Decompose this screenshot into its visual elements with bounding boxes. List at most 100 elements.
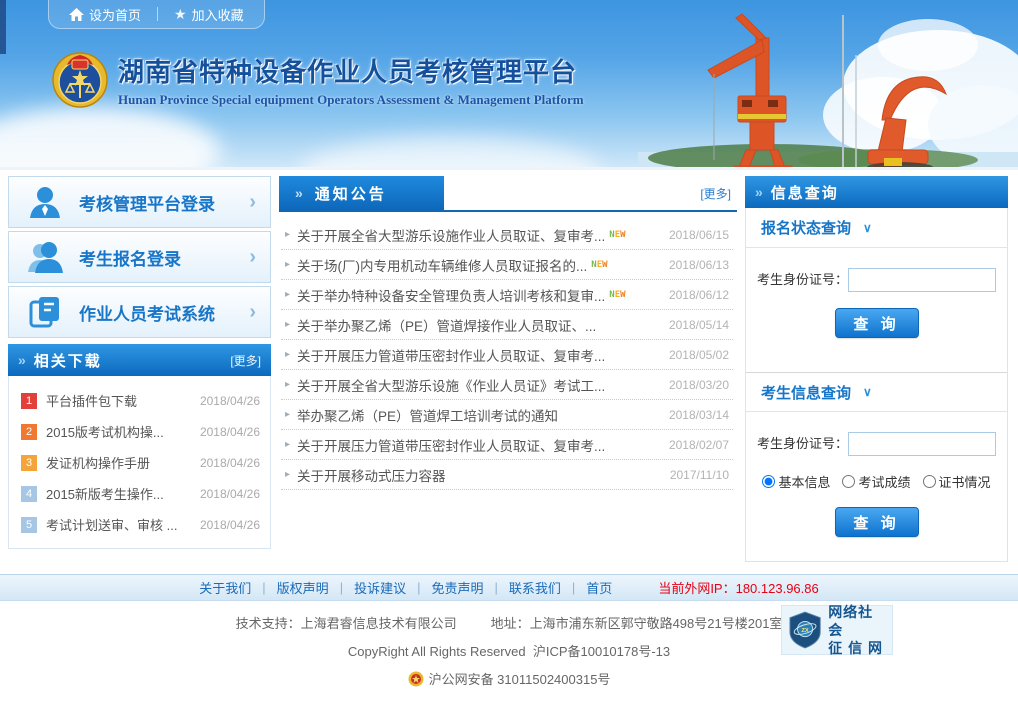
footer-line3: 沪公网安备 31011502400315号	[0, 669, 1018, 688]
footer-separator: |	[494, 580, 498, 595]
candidate-info-form: 考生身份证号： 基本信息 考试成绩 证书情况 查 询	[746, 412, 1007, 561]
id-number-input[interactable]	[848, 432, 996, 456]
menu-item-candidate-signup-login[interactable]: 考生报名登录 ›	[8, 231, 271, 283]
notice-date: 2018/05/02	[668, 347, 729, 362]
query-box: 报名状态查询 ∨ 考生身份证号： 查 询 考生信息查询 ∨ 考生身份证号： 基本…	[745, 208, 1008, 562]
radio-certificate[interactable]: 证书情况	[922, 472, 991, 491]
rank-badge: 4	[21, 485, 37, 502]
topbar: 设为首页 ★ 加入收藏	[48, 0, 265, 29]
radio-exam-score-input[interactable]	[842, 475, 856, 488]
radio-basic-info[interactable]: 基本信息	[762, 472, 830, 491]
bullet-icon: ▸	[285, 409, 291, 420]
id-number-label: 考生身份证号：	[756, 272, 848, 288]
notice-item[interactable]: ▸ 关于场(厂)内专用机动车辆维修人员取证报名的... NEW 2018/06/…	[281, 250, 733, 280]
notice-date: 2018/05/14	[668, 317, 729, 332]
star-icon: ★	[174, 5, 187, 22]
chevron-down-icon: ∨	[863, 220, 872, 235]
signup-status-form: 考生身份证号： 查 询	[746, 248, 1007, 372]
download-label: 考试计划送审、审核 ...	[46, 518, 178, 533]
download-item[interactable]: 5 考试计划送审、审核 ... 2018/04/26	[21, 509, 260, 540]
add-favorite-label: 加入收藏	[191, 7, 244, 23]
footer-separator: |	[262, 580, 266, 595]
radio-label: 证书情况	[938, 475, 991, 490]
downloads-more-link[interactable]: [更多]	[230, 352, 261, 369]
notice-item[interactable]: ▸ 关于开展全省大型游乐设施作业人员取证、复审考... NEW 2018/06/…	[281, 220, 733, 250]
footer-link-disclaimer[interactable]: 免责声明	[431, 578, 483, 597]
rank-badge: 2	[21, 423, 37, 440]
radio-basic-info-input[interactable]	[762, 475, 776, 488]
download-item[interactable]: 1 平台插件包下载 2018/04/26	[21, 385, 260, 416]
radio-label: 基本信息	[778, 475, 831, 490]
notice-item[interactable]: ▸ 关于开展移动式压力容器 2017/11/10	[281, 460, 733, 490]
download-item[interactable]: 4 2015新版考生操作... 2018/04/26	[21, 478, 260, 509]
chevron-right-icon: ›	[249, 300, 256, 323]
info-type-radios: 基本信息 考试成绩 证书情况	[754, 472, 999, 491]
footer-link-home[interactable]: 首页	[586, 578, 612, 597]
notice-date: 2018/06/12	[668, 287, 729, 302]
cloud-decoration	[0, 107, 220, 167]
downloads-header: » 相关下载 [更多]	[8, 344, 271, 376]
chevron-down-icon: ∨	[863, 385, 872, 399]
bullet-icon: ▸	[285, 439, 291, 450]
footer-link-contact[interactable]: 联系我们	[509, 578, 561, 597]
chevron-right-icon: ›	[249, 190, 256, 213]
menu-item-label: 作业人员考试系统	[79, 304, 215, 324]
notice-item[interactable]: ▸ 关于举办聚乙烯（PE）管道焊接作业人员取证、... 2018/05/14	[281, 310, 733, 340]
add-favorite-link[interactable]: ★ 加入收藏	[174, 5, 244, 24]
notice-title: 关于开展全省大型游乐设施作业人员取证、复审考...	[297, 228, 606, 244]
credit-network-badge[interactable]: ZX 网络社会 征 信 网	[781, 603, 893, 657]
rank-badge: 3	[21, 454, 37, 471]
tab-notices[interactable]: » 通知公告	[279, 176, 444, 210]
bullet-icon: ▸	[285, 349, 291, 360]
candidate-info-section: 考生信息查询 ∨ 考生身份证号： 基本信息 考试成绩 证书情况 查 询	[746, 372, 1007, 561]
section-title-label: 报名状态查询	[761, 220, 852, 237]
download-label: 2015新版考生操作...	[46, 487, 164, 502]
radio-exam-score[interactable]: 考试成绩	[842, 472, 911, 491]
footer-link-copyright[interactable]: 版权声明	[277, 578, 329, 597]
home-icon	[69, 7, 84, 21]
signup-status-section-title[interactable]: 报名状态查询 ∨	[746, 208, 1007, 248]
radio-label: 考试成绩	[858, 475, 911, 490]
downloads-title: 相关下载	[33, 352, 102, 370]
menu-item-label: 考生报名登录	[79, 249, 181, 269]
notices-list: ▸ 关于开展全省大型游乐设施作业人员取证、复审考... NEW 2018/06/…	[279, 212, 737, 490]
footer-link-about[interactable]: 关于我们	[199, 578, 251, 597]
notice-title: 关于开展移动式压力容器	[297, 468, 446, 484]
exam-icon	[29, 297, 59, 328]
notice-item[interactable]: ▸ 关于举办特种设备安全管理负责人培训考核和复审... NEW 2018/06/…	[281, 280, 733, 310]
query-header: » 信息查询	[745, 176, 1008, 208]
tech-support-text: 技术支持：上海君睿信息技术有限公司	[235, 616, 457, 631]
svg-text:ZX: ZX	[801, 628, 808, 634]
menu-item-exam-system[interactable]: 作业人员考试系统 ›	[8, 286, 271, 338]
left-column: 考核管理平台登录 › 考生报名登录 › 作业人员考试系统 › » 相关下载 [更…	[8, 176, 271, 549]
download-date: 2018/04/26	[199, 455, 260, 470]
set-home-label: 设为首页	[89, 7, 142, 23]
notice-item[interactable]: ▸ 关于开展全省大型游乐设施《作业人员证》考试工... 2018/03/20	[281, 370, 733, 400]
notice-date: 2017/11/10	[669, 467, 729, 482]
bullet-icon: ▸	[285, 379, 291, 390]
download-date: 2018/04/26	[199, 424, 260, 439]
double-arrow-icon: »	[755, 184, 763, 200]
new-badge: NEW	[591, 259, 608, 270]
query-button[interactable]: 查 询	[834, 507, 919, 537]
credit-badge-text: 网络社会 征 信 网	[828, 603, 885, 657]
id-number-input[interactable]	[848, 268, 996, 292]
notice-item[interactable]: ▸ 关于开展压力管道带压密封作业人员取证、复审考... 2018/02/07	[281, 430, 733, 460]
police-record-text: 沪公网安备 31011502400315号	[428, 672, 611, 687]
query-button[interactable]: 查 询	[834, 308, 919, 338]
set-home-link[interactable]: 设为首页	[69, 5, 141, 24]
notices-more-link[interactable]: [更多]	[700, 185, 737, 202]
download-item[interactable]: 3 发证机构操作手册 2018/04/26	[21, 447, 260, 478]
double-arrow-icon: »	[18, 352, 26, 368]
rank-badge: 1	[21, 392, 37, 409]
candidate-info-section-title[interactable]: 考生信息查询 ∨	[746, 372, 1007, 412]
cloud-decoration	[300, 137, 600, 167]
download-label: 发证机构操作手册	[46, 456, 151, 471]
notice-item[interactable]: ▸ 举办聚乙烯（PE）管道焊工培训考试的通知 2018/03/14	[281, 400, 733, 430]
download-item[interactable]: 2 2015版考试机构操... 2018/04/26	[21, 416, 260, 447]
menu-item-platform-login[interactable]: 考核管理平台登录 ›	[8, 176, 271, 228]
notice-item[interactable]: ▸ 关于开展压力管道带压密封作业人员取证、复审考... 2018/05/02	[281, 340, 733, 370]
radio-certificate-input[interactable]	[922, 475, 936, 488]
footer-link-complaint[interactable]: 投诉建议	[354, 578, 406, 597]
download-date: 2018/04/26	[199, 517, 260, 532]
